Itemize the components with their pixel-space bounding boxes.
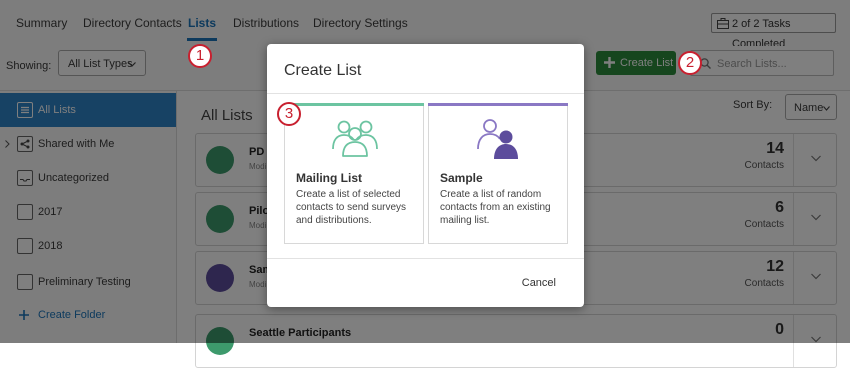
callout-badge-1: 1 [188, 44, 212, 68]
mailing-list-option[interactable]: Mailing List Create a list of selected c… [284, 103, 424, 244]
sample-person-icon [477, 119, 518, 159]
cancel-button[interactable]: Cancel [522, 277, 556, 289]
create-list-dialog: Create List Mailing List Create a list o… [267, 44, 584, 307]
people-icon [332, 120, 378, 157]
dialog-title: Create List [284, 62, 362, 79]
sample-option[interactable]: Sample Create a list of random contacts … [428, 103, 568, 244]
option-accent-bar [284, 103, 424, 106]
option-description: Create a list of selected contacts to se… [296, 189, 407, 226]
callout-badge-2: 2 [678, 51, 702, 75]
divider [267, 258, 584, 259]
divider [267, 93, 584, 94]
option-title: Sample [440, 171, 483, 185]
option-title: Mailing List [296, 171, 362, 185]
option-description: Create a list of random contacts from an… [440, 189, 551, 226]
option-accent-bar [428, 103, 568, 106]
callout-badge-3: 3 [277, 102, 301, 126]
